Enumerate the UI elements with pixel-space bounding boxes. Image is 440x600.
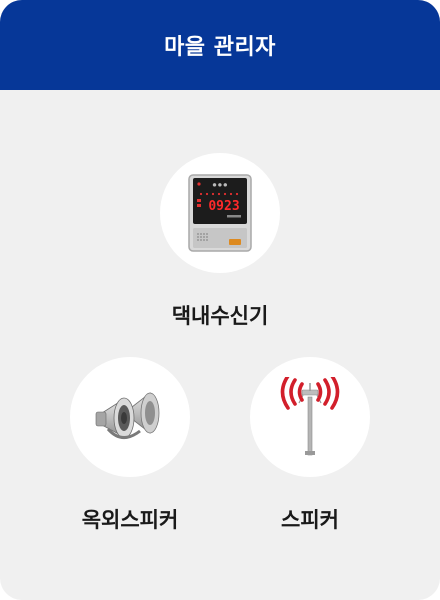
outdoor-speaker-icon-circle[interactable]: [70, 357, 190, 477]
village-admin-card: 마을 관리자 ● ● ● 0923 댁내수신기 옥외스피커 스피커: [0, 0, 440, 600]
speaker-antenna-icon: [280, 377, 340, 456]
device-label-speaker: 스피커: [281, 508, 339, 532]
svg-text:● ● ●: ● ● ●: [213, 183, 228, 188]
device-speaker[interactable]: 스피커: [250, 357, 370, 534]
device-outdoor-speaker[interactable]: 옥외스피커: [70, 357, 190, 534]
device-label-outdoor-speaker: 옥외스피커: [81, 508, 179, 532]
outdoor-speaker-icon: [95, 392, 160, 439]
page-title: 마을 관리자: [164, 35, 276, 60]
receiver-icon-circle[interactable]: ● ● ● 0923: [160, 153, 280, 273]
header-bar: 마을 관리자: [0, 0, 440, 90]
receiver-icon: ● ● ● 0923: [188, 174, 252, 252]
receiver-display: 0923: [208, 199, 239, 214]
speaker-antenna-icon-circle[interactable]: [250, 357, 370, 477]
device-receiver[interactable]: ● ● ● 0923 댁내수신기: [160, 153, 280, 330]
device-label-receiver: 댁내수신기: [171, 304, 269, 328]
